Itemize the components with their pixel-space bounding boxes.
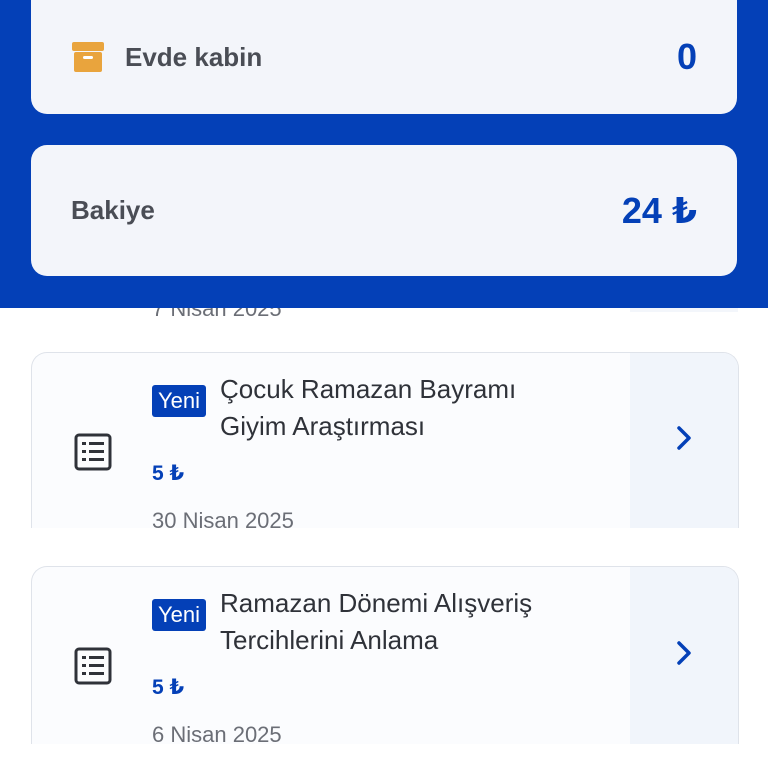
home-cabin-value: 0 <box>676 36 697 77</box>
open-survey-button[interactable] <box>630 353 738 528</box>
survey-reward: 5 ₺ <box>152 462 185 485</box>
survey-title: Çocuk Ramazan Bayramı Giyim Araştırması <box>220 374 517 441</box>
survey-list-icon <box>74 433 112 471</box>
survey-content: Yeni Ramazan Dönemi Alışveriş Tercihleri… <box>152 585 622 744</box>
home-cabin-card[interactable]: Evde kabin 0 <box>31 0 737 114</box>
balance-card[interactable]: Bakiye 24 ₺ <box>31 145 737 276</box>
survey-list-icon <box>74 647 112 685</box>
archive-box-icon <box>71 40 105 74</box>
survey-date: 6 Nisan 2025 <box>152 722 282 744</box>
survey-title: Ramazan Dönemi Alışveriş Tercihlerini An… <box>220 588 533 655</box>
app-screen: 7 Nisan 2025 Evde kabin 0 Bakiye 24 ₺ Ye… <box>0 0 768 768</box>
chevron-right-icon <box>675 640 693 671</box>
stats-header: Evde kabin 0 Bakiye 24 ₺ <box>0 0 768 308</box>
survey-card[interactable]: Yeni Çocuk Ramazan Bayramı Giyim Araştır… <box>31 352 739 528</box>
balance-label: Bakiye <box>71 195 155 225</box>
balance-value: 24 ₺ <box>621 189 697 231</box>
new-badge: Yeni <box>152 385 207 417</box>
survey-reward: 5 ₺ <box>152 676 185 699</box>
home-cabin-label: Evde kabin <box>125 41 263 72</box>
new-badge: Yeni <box>152 599 207 631</box>
survey-card[interactable]: Yeni Ramazan Dönemi Alışveriş Tercihleri… <box>31 566 739 744</box>
survey-date: 30 Nisan 2025 <box>152 508 294 528</box>
survey-content: Yeni Çocuk Ramazan Bayramı Giyim Araştır… <box>152 371 622 528</box>
chevron-right-icon <box>675 425 693 456</box>
open-survey-button[interactable] <box>630 567 738 744</box>
